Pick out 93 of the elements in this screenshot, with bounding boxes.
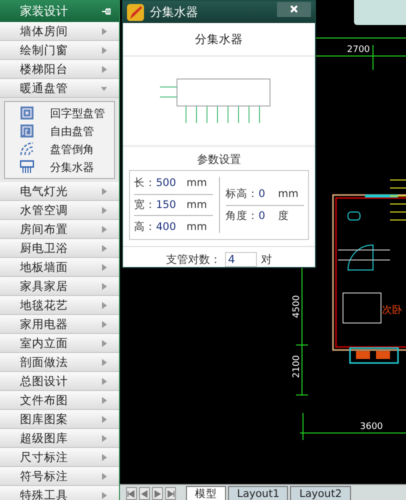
nav-button[interactable]	[152, 487, 163, 500]
caret-icon	[101, 492, 107, 498]
sidebar-item[interactable]: 特殊工具	[0, 486, 119, 500]
field-label: 标高：	[226, 187, 258, 201]
caret-icon	[101, 340, 107, 346]
sidebar-item[interactable]: 水管空调	[0, 201, 119, 220]
caret-icon	[101, 396, 107, 404]
caret-icon	[101, 472, 107, 480]
submenu-item[interactable]: 盘管倒角	[5, 140, 114, 158]
nav-button[interactable]	[139, 487, 150, 500]
sidebar-item[interactable]: 符号标注	[0, 467, 119, 486]
dimension-label: 4500	[292, 295, 302, 318]
unit-label: mm	[186, 199, 208, 211]
field-label: 宽：	[134, 198, 156, 212]
submenu-item[interactable]: 分集水器	[5, 158, 114, 176]
manifold-icon	[20, 160, 34, 174]
dialog-title: 分集水器	[150, 4, 199, 20]
caret-icon	[101, 358, 107, 366]
sidebar-item[interactable]: 楼梯阳台	[0, 60, 119, 79]
toolbar-background	[354, 0, 406, 25]
input-field[interactable]: 4	[225, 252, 257, 267]
sidebar-item[interactable]: 剖面做法	[0, 353, 119, 372]
layout-tab[interactable]: Layout2	[290, 486, 351, 500]
previous-icon	[140, 490, 149, 498]
caret-icon	[101, 46, 107, 54]
field-value[interactable]: 150	[156, 199, 186, 211]
sidebar-item[interactable]: 绘制门窗	[0, 41, 119, 60]
caret-icon	[101, 28, 107, 34]
caret-icon	[101, 434, 107, 442]
field-value[interactable]: 0	[258, 188, 278, 200]
unit-label: mm	[278, 188, 300, 200]
field-label: 支管对数：	[166, 252, 221, 267]
caret-icon	[101, 264, 107, 270]
unit-label: 度	[278, 209, 290, 223]
nav-button[interactable]	[165, 487, 176, 500]
dimension-label: 3600	[360, 422, 383, 432]
sidebar-item[interactable]: 尺寸标注	[0, 448, 119, 467]
next-icon	[153, 490, 162, 498]
submenu-item[interactable]: 回字型盘管	[5, 104, 114, 122]
pencil-icon	[127, 4, 144, 20]
sidebar-item[interactable]: 家用电器	[0, 315, 119, 334]
caret-icon	[101, 188, 107, 194]
caret-icon	[101, 378, 107, 384]
close-button[interactable]	[277, 2, 311, 16]
last-icon	[166, 490, 175, 498]
first-icon	[127, 490, 136, 498]
sidebar-item[interactable]: 地毯花艺	[0, 296, 119, 315]
field-label: 角度：	[226, 209, 258, 223]
unit-label: mm	[186, 220, 208, 233]
caret-icon	[101, 416, 107, 422]
caret-icon	[101, 206, 107, 214]
caret-icon	[101, 244, 107, 252]
room-label: 次卧	[382, 305, 402, 316]
caret-icon	[101, 320, 107, 328]
sidebar-item[interactable]: 地板墙面	[0, 258, 119, 277]
section-title: 参数设置	[196, 152, 242, 168]
sidebar-item[interactable]: 暖通盘管	[0, 79, 119, 98]
caret-icon	[101, 84, 107, 92]
nav-button[interactable]	[126, 487, 137, 500]
sidebar-item[interactable]: 室内立面	[0, 334, 119, 353]
dialog-heading: 分集水器	[123, 23, 315, 57]
sidebar-title: 家装设计	[20, 2, 68, 20]
pin-icon[interactable]	[102, 8, 111, 14]
spiral-coil-icon	[20, 124, 34, 138]
caret-icon	[101, 282, 107, 290]
sidebar-item[interactable]: 家具家居	[0, 277, 119, 296]
sidebar-item[interactable]: 电气灯光	[0, 182, 119, 201]
sidebar-item[interactable]: 图库图案	[0, 410, 119, 429]
unit-label: 对	[261, 252, 272, 267]
square-coil-icon	[20, 106, 34, 120]
field-value[interactable]: 400	[156, 220, 186, 233]
submenu-item[interactable]: 自由盘管	[5, 122, 114, 140]
caret-icon	[101, 454, 107, 460]
caret-icon	[101, 226, 107, 232]
sidebar-item[interactable]: 房间布置	[0, 220, 119, 239]
sidebar-item[interactable]: 厨电卫浴	[0, 239, 119, 258]
close-icon	[290, 5, 298, 13]
arcs-icon	[20, 142, 34, 156]
field-value[interactable]: 500	[156, 177, 186, 190]
sidebar-item[interactable]: 总图设计	[0, 372, 119, 391]
field-label: 高：	[134, 220, 156, 234]
caret-icon	[101, 66, 107, 72]
sidebar-item[interactable]: 超级图库	[0, 429, 119, 448]
dimension-label: 2700	[347, 45, 370, 55]
dimension-label: 2100	[292, 355, 302, 378]
field-value[interactable]: 0	[258, 210, 278, 222]
unit-label: mm	[186, 177, 208, 190]
layout-tab[interactable]: 模型	[186, 486, 226, 500]
field-label: 长：	[134, 176, 156, 190]
sidebar-item[interactable]: 文件布图	[0, 391, 119, 410]
layout-tab[interactable]: Layout1	[228, 486, 288, 500]
sidebar-item[interactable]: 墙体房间	[0, 22, 119, 41]
caret-icon	[101, 302, 107, 308]
